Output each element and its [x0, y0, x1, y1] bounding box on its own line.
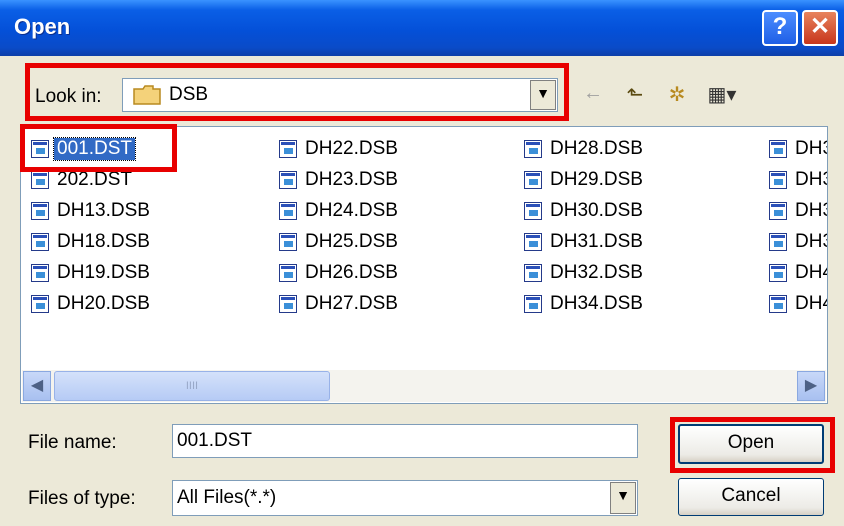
file-icon [524, 233, 542, 251]
file-icon [524, 140, 542, 158]
filetype-label: Files of type: [28, 488, 136, 509]
highlight-look-in [25, 63, 569, 121]
file-icon [524, 171, 542, 189]
file-icon [524, 295, 542, 313]
help-button[interactable]: ? [762, 10, 798, 46]
file-icon [279, 140, 297, 158]
file-icon [279, 171, 297, 189]
file-icon [769, 171, 787, 189]
up-folder-icon[interactable]: ⬑ [620, 82, 650, 106]
file-icon [279, 202, 297, 220]
back-icon[interactable]: ← [578, 82, 608, 106]
file-icon [279, 295, 297, 313]
highlight-open-button [670, 417, 835, 473]
file-icon [31, 233, 49, 251]
filetype-dropdown-arrow[interactable]: ▼ [610, 482, 636, 514]
file-icon [524, 202, 542, 220]
file-icon [279, 233, 297, 251]
cancel-button[interactable]: Cancel [678, 478, 824, 516]
filename-label: File name: [28, 432, 117, 453]
highlight-selected-file [20, 124, 177, 172]
scroll-left-button[interactable]: ◀ [23, 371, 51, 401]
file-icon [769, 202, 787, 220]
horizontal-scrollbar[interactable]: ◀ IIII ▶ [22, 370, 826, 402]
file-icon [769, 140, 787, 158]
new-folder-icon[interactable]: ✲ [662, 82, 692, 106]
file-icon [31, 202, 49, 220]
filetype-select[interactable]: All Files(*.*) ▼ [172, 480, 638, 516]
title-bar: Open ? ✕ [0, 0, 844, 56]
file-icon [769, 264, 787, 282]
file-icon [31, 295, 49, 313]
filetype-value: All Files(*.*) [177, 487, 277, 508]
file-icon [769, 233, 787, 251]
window-title: Open [14, 14, 71, 39]
scroll-right-button[interactable]: ▶ [797, 371, 825, 401]
scroll-thumb[interactable]: IIII [54, 371, 330, 401]
file-icon [31, 264, 49, 282]
view-menu-icon[interactable]: ▦▾ [702, 82, 742, 106]
file-icon [524, 264, 542, 282]
close-button[interactable]: ✕ [802, 10, 838, 46]
file-icon [769, 295, 787, 313]
file-icon [31, 171, 49, 189]
file-icon [279, 264, 297, 282]
filename-input[interactable] [172, 424, 638, 458]
